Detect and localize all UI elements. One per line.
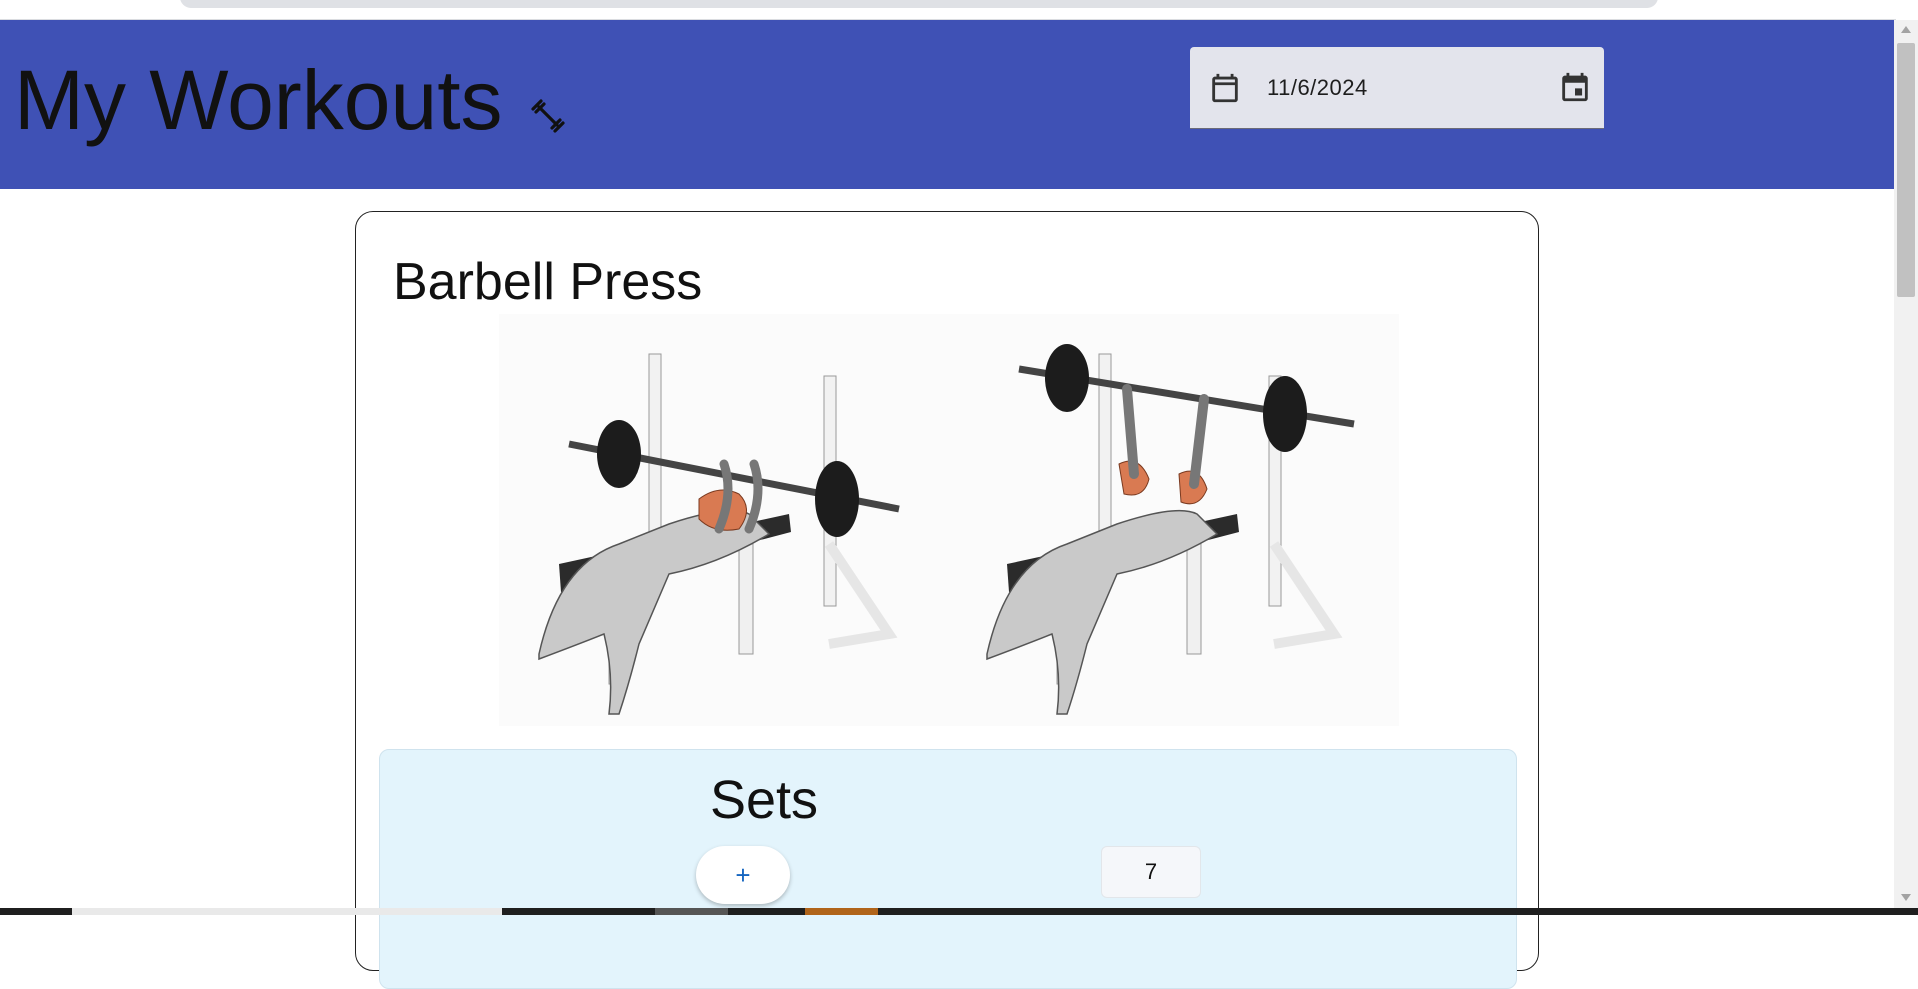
browser-address-bar[interactable]	[180, 0, 1658, 8]
page-scrollbar[interactable]	[1894, 20, 1918, 910]
calendar-icon	[1212, 73, 1238, 103]
taskbar-fragment	[0, 908, 1918, 915]
sets-panel: Sets + 7	[379, 749, 1517, 989]
sets-title: Sets	[710, 770, 819, 830]
scroll-down-arrow-icon[interactable]	[1901, 894, 1911, 901]
taskbar-app-button-active[interactable]	[805, 908, 878, 915]
taskbar-app-button[interactable]	[655, 908, 728, 915]
date-picker-field[interactable]: 11/6/2024	[1190, 47, 1604, 129]
scroll-up-arrow-icon[interactable]	[1901, 26, 1911, 33]
date-value[interactable]: 11/6/2024	[1267, 75, 1368, 101]
page-title: My Workouts	[14, 53, 503, 147]
app-header: My Workouts 11/6/2024	[0, 20, 1894, 189]
exercise-card: Barbell Press Sets + 7	[355, 211, 1539, 989]
calendar-picker-icon[interactable]	[1558, 70, 1592, 104]
set-count-field[interactable]: 7	[1101, 846, 1201, 898]
bench-press-end-figure	[986, 344, 1355, 715]
bench-press-start-figure	[538, 353, 900, 715]
taskbar-search[interactable]	[72, 908, 502, 915]
browser-top-strip	[0, 0, 1896, 20]
dumbbell-icon	[531, 99, 565, 133]
scroll-thumb[interactable]	[1897, 43, 1915, 297]
add-set-button[interactable]: +	[696, 846, 790, 904]
exercise-illustration	[499, 314, 1399, 726]
exercise-name: Barbell Press	[393, 253, 703, 311]
